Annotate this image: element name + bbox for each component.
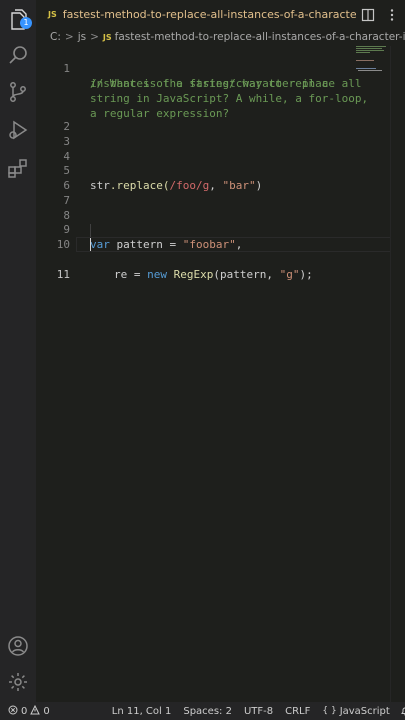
code-line: 7 bbox=[36, 178, 391, 207]
tab-actions bbox=[361, 7, 399, 26]
js-file-icon: JS bbox=[102, 32, 112, 42]
code-line-active: 11 bbox=[36, 237, 391, 281]
run-debug-icon[interactable] bbox=[6, 118, 30, 142]
code-line: 3 bbox=[36, 119, 391, 148]
search-icon[interactable] bbox=[6, 44, 30, 68]
breadcrumb-separator-icon: > bbox=[90, 31, 99, 43]
code-line-wrap: instances of a string/character in a bbox=[36, 61, 391, 90]
code-line: 10 re = new RegExp(pattern, "g"); bbox=[36, 222, 391, 281]
code-line-wrap: string in JavaScript? A while, a for-loo… bbox=[36, 76, 391, 105]
extensions-icon[interactable] bbox=[6, 156, 30, 180]
indentation[interactable]: Spaces: 2 bbox=[183, 706, 232, 717]
activity-bar: 1 bbox=[0, 0, 36, 702]
current-line-highlight bbox=[76, 237, 391, 252]
indent-guide bbox=[90, 224, 91, 237]
end-of-line[interactable]: CRLF bbox=[285, 706, 310, 717]
code-line: 5 str.replace(/foo/g, "bar") bbox=[36, 148, 391, 192]
tab-bar: JS fastest-method-to-replace-all-instanc… bbox=[36, 0, 405, 29]
breadcrumb-drive[interactable]: C: bbox=[50, 31, 61, 43]
cursor-position[interactable]: Ln 11, Col 1 bbox=[112, 706, 172, 717]
code-text: re = new RegExp(pattern, "g"); bbox=[114, 268, 313, 281]
code-line: 2 bbox=[36, 104, 391, 133]
breadcrumb-file[interactable]: fastest-method-to-replace-all-instances-… bbox=[115, 31, 405, 43]
tab-title: fastest-method-to-replace-all-instances-… bbox=[62, 7, 356, 21]
more-actions-icon[interactable] bbox=[385, 7, 399, 26]
breadcrumb-folder[interactable]: js bbox=[78, 31, 86, 43]
manage-gear-icon[interactable] bbox=[6, 670, 30, 694]
explorer-badge: 1 bbox=[20, 17, 32, 29]
editor-tab[interactable]: JS fastest-method-to-replace-all-instanc… bbox=[36, 0, 356, 28]
code-line: 9 var pattern = "foobar", bbox=[36, 207, 391, 251]
language-label: JavaScript bbox=[339, 705, 390, 717]
encoding[interactable]: UTF-8 bbox=[244, 706, 273, 717]
breadcrumb-separator-icon: > bbox=[64, 31, 74, 43]
vertical-scrollbar[interactable] bbox=[390, 46, 405, 702]
warning-count: 0 bbox=[43, 705, 50, 717]
text-cursor bbox=[90, 238, 91, 251]
code-editor[interactable]: 1 // What is the fastest way to replace … bbox=[36, 46, 405, 702]
code-line: 6 bbox=[36, 163, 391, 192]
code-line: 1 // What is the fastest way to replace … bbox=[36, 46, 391, 90]
account-icon[interactable] bbox=[6, 634, 30, 658]
split-editor-icon[interactable] bbox=[361, 7, 375, 26]
source-control-icon[interactable] bbox=[6, 80, 30, 104]
language-mode[interactable]: { } JavaScript bbox=[322, 706, 389, 717]
js-file-icon: JS bbox=[48, 9, 57, 19]
problems-indicator[interactable]: 0 0 bbox=[8, 704, 50, 718]
status-bar: 0 0 Ln 11, Col 1 Spaces: 2 UTF-8 CRLF { … bbox=[0, 702, 405, 720]
code-line: 4 bbox=[36, 134, 391, 163]
code-line: 8 bbox=[36, 193, 391, 222]
line-number: 11 bbox=[56, 268, 70, 281]
braces-icon: { } bbox=[322, 706, 337, 716]
error-icon bbox=[8, 705, 18, 718]
notifications-bell-icon[interactable] bbox=[400, 706, 405, 716]
breadcrumb: C: > js > JS fastest-method-to-replace-a… bbox=[36, 28, 405, 46]
error-count: 0 bbox=[21, 705, 28, 717]
warning-icon bbox=[30, 704, 41, 718]
